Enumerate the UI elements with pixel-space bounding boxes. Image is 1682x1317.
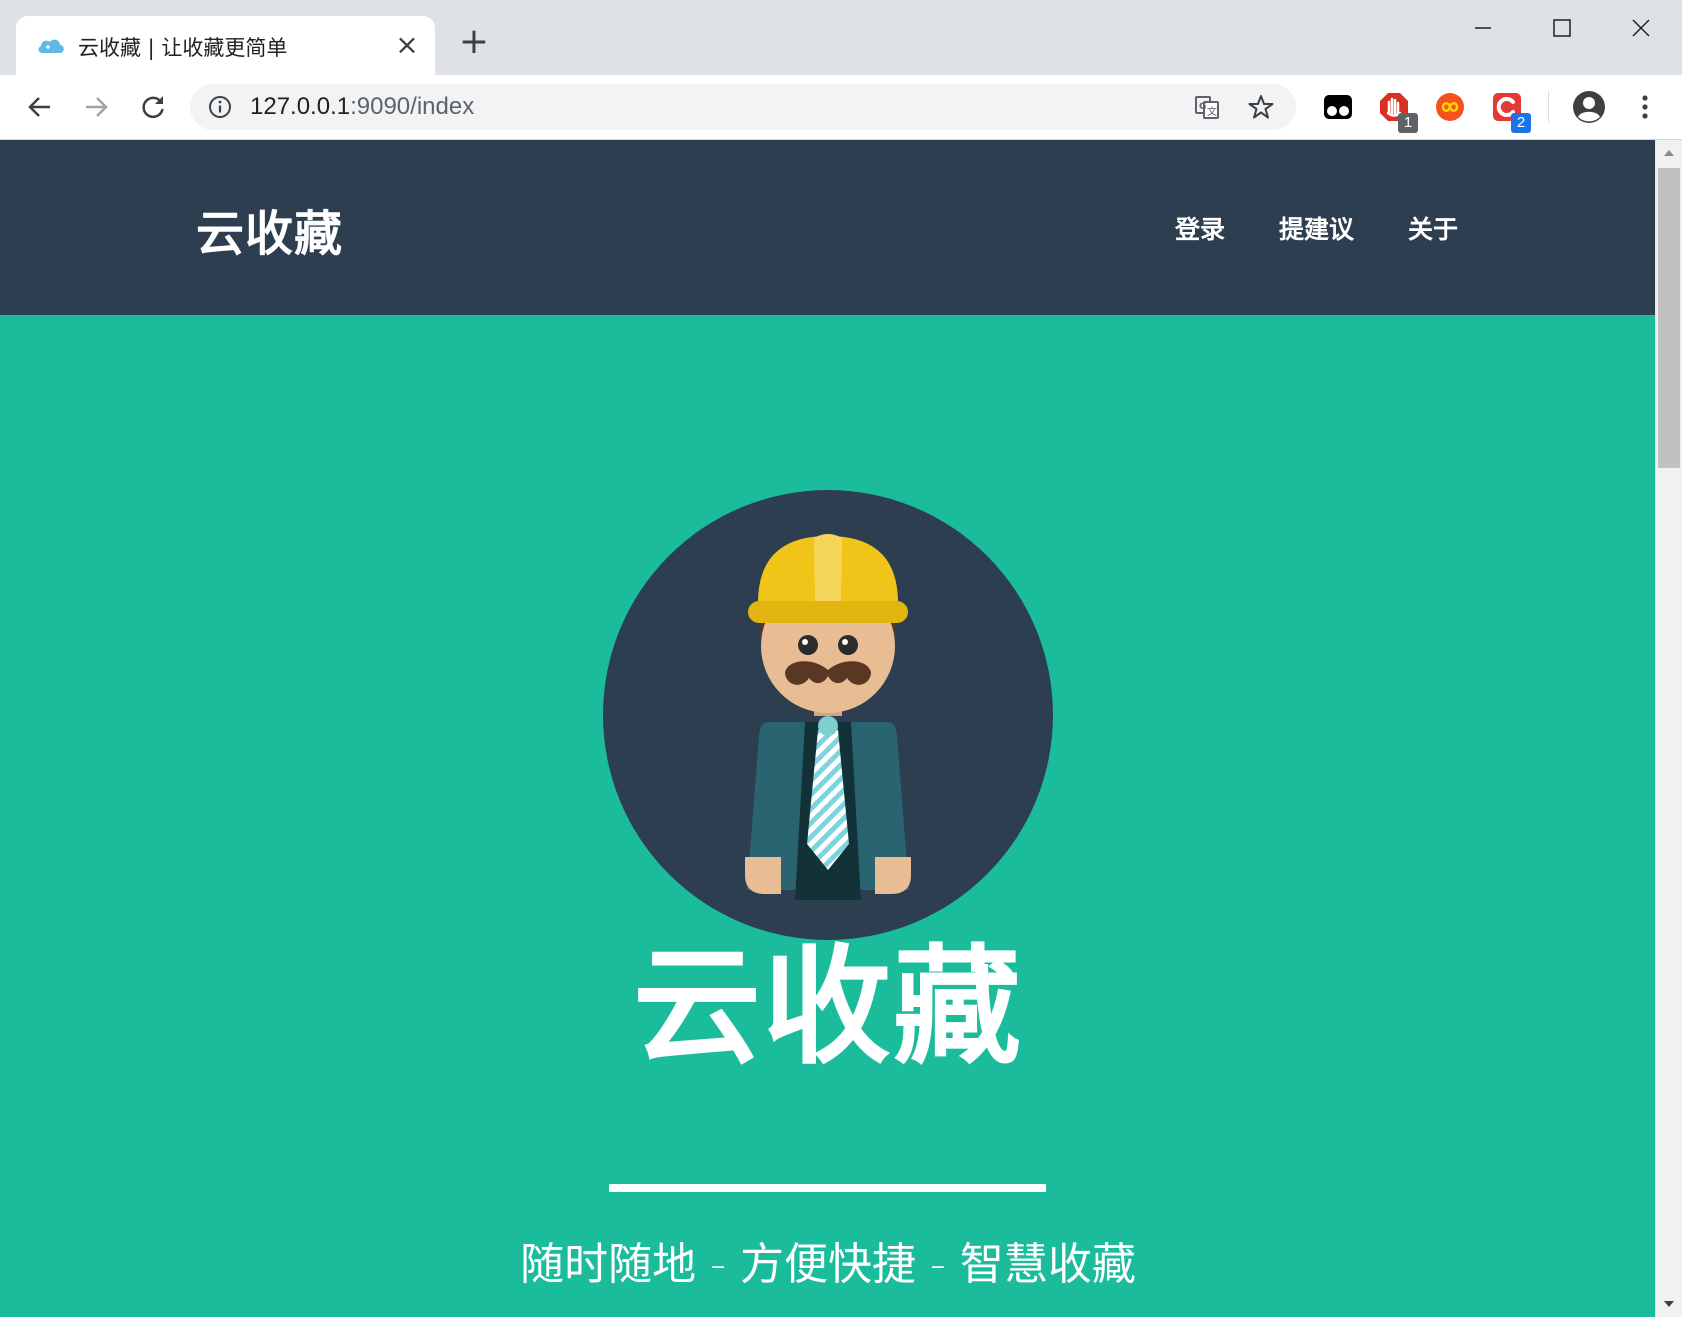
svg-text:G: G	[1199, 102, 1206, 112]
browser-toolbar: 127.0.0.1:9090/index G 文 1 2	[0, 75, 1682, 140]
profile-avatar-icon[interactable]	[1572, 90, 1606, 124]
bookmark-star-icon[interactable]	[1248, 94, 1274, 120]
c-extension-icon[interactable]: 2	[1491, 91, 1531, 133]
url-path: :9090/index	[350, 93, 475, 120]
infinity-icon[interactable]	[1434, 91, 1466, 123]
hero-divider	[609, 1184, 1046, 1192]
forward-arrow-icon	[86, 97, 108, 117]
site-navbar: 云收藏 登录 提建议 关于	[0, 140, 1656, 315]
nav-suggestion-link[interactable]: 提建议	[1279, 210, 1354, 246]
url-host: 127.0.0.1	[250, 93, 351, 120]
tab-title: 云收藏 | 让收藏更简单	[78, 36, 288, 60]
toolbar-divider	[1548, 91, 1549, 123]
back-button[interactable]	[20, 87, 60, 127]
reload-button[interactable]	[133, 87, 173, 127]
scroll-up-button[interactable]	[1656, 140, 1682, 166]
infinity-glyph	[1436, 93, 1464, 121]
minimize-icon	[1475, 27, 1491, 29]
minimize-button[interactable]	[1444, 0, 1522, 56]
close-tab-icon[interactable]: ×	[395, 31, 419, 59]
forward-button[interactable]	[76, 87, 116, 127]
adblock-icon[interactable]: 1	[1378, 91, 1418, 133]
maximize-button[interactable]	[1523, 0, 1601, 56]
address-bar[interactable]: 127.0.0.1:9090/index G 文	[190, 84, 1296, 130]
nav-login-link[interactable]: 登录	[1175, 210, 1225, 246]
info-icon[interactable]	[208, 95, 232, 119]
tampermonkey-glyph	[1324, 95, 1352, 119]
scroll-down-arrow-icon	[1664, 1301, 1674, 1307]
kebab-menu-icon[interactable]	[1630, 91, 1660, 123]
hero-section: 云收藏 随时随地 - 方便快捷 - 智慧收藏	[0, 315, 1656, 1317]
scrollbar-thumb[interactable]	[1658, 168, 1680, 468]
page-viewport: 云收藏 登录 提建议 关于 云收藏 随时随地 - 方便快捷 - 智慧收藏	[0, 140, 1682, 1317]
svg-text:文: 文	[1207, 105, 1217, 118]
translate-icon[interactable]: G 文	[1194, 94, 1220, 120]
close-icon	[1632, 19, 1650, 37]
browser-window: 云收藏 | 让收藏更简单 × + 127.0.0.1:9090/index G …	[0, 0, 1682, 1317]
reload-icon	[142, 96, 164, 119]
tab-active[interactable]: 云收藏 | 让收藏更简单 ×	[16, 16, 435, 75]
url-text[interactable]: 127.0.0.1:9090/index	[250, 93, 474, 121]
scroll-down-button[interactable]	[1656, 1291, 1682, 1317]
adblock-badge: 1	[1398, 113, 1418, 133]
page-scrollbar[interactable]	[1655, 140, 1682, 1317]
new-tab-button[interactable]: +	[458, 24, 490, 60]
c-extension-badge: 2	[1511, 113, 1531, 133]
hero-title: 云收藏	[632, 933, 1023, 1082]
scroll-up-arrow-icon	[1664, 150, 1674, 156]
tab-strip: 云收藏 | 让收藏更简单 × +	[0, 0, 1682, 75]
close-window-button[interactable]	[1602, 0, 1680, 56]
tampermonkey-icon[interactable]	[1322, 91, 1354, 123]
nav-about-link[interactable]: 关于	[1408, 210, 1458, 246]
worker-avatar-illustration	[603, 490, 1053, 940]
cloud-icon	[38, 39, 64, 53]
maximize-icon	[1553, 19, 1571, 37]
back-arrow-icon	[28, 97, 50, 117]
site-nav-links: 登录 提建议 关于	[1175, 210, 1458, 246]
site-brand-link[interactable]: 云收藏	[196, 194, 343, 264]
hero-subtitle: 随时随地 - 方便快捷 - 智慧收藏	[520, 1239, 1136, 1290]
